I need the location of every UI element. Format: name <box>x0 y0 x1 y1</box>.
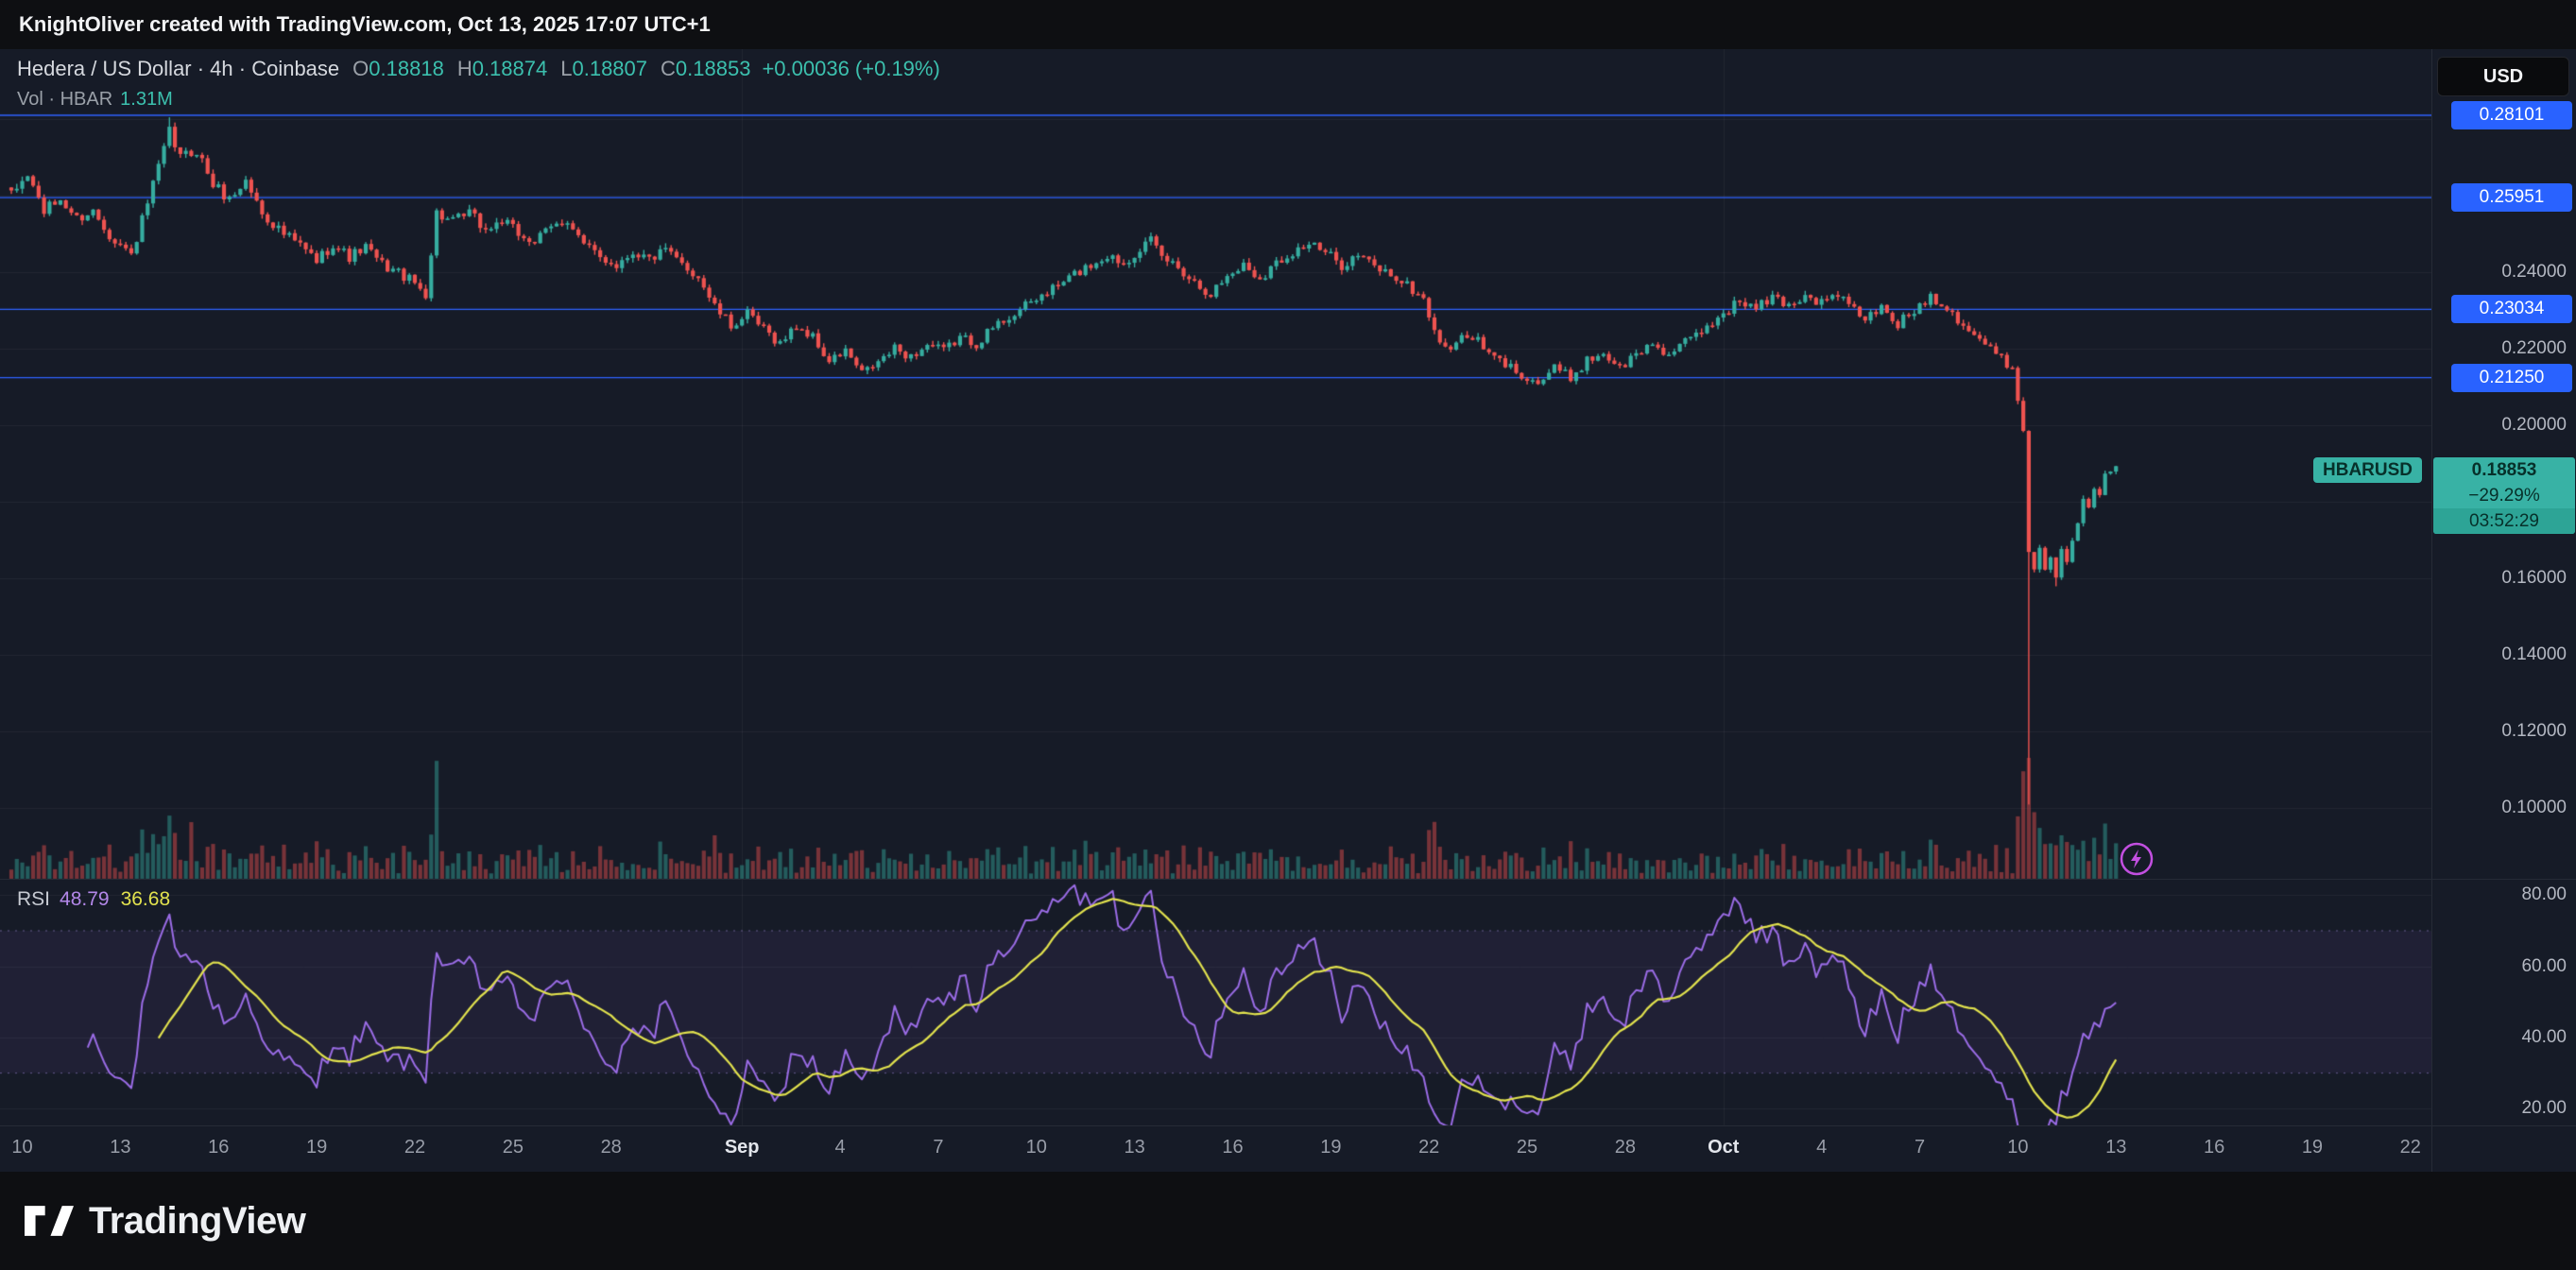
time-axis-label: 10 <box>11 1137 32 1158</box>
tradingview-wordmark[interactable]: TradingView <box>89 1200 305 1243</box>
pane-separator-price-rsi[interactable] <box>0 879 2576 880</box>
price-level-badge[interactable]: 0.25951 <box>2451 183 2572 212</box>
price-axis-tick: 0.16000 <box>2501 568 2567 589</box>
time-axis-label: 10 <box>1026 1137 1047 1158</box>
rsi-axis-tick: 60.00 <box>2521 956 2567 977</box>
price-level-badge[interactable]: 0.28101 <box>2451 101 2572 129</box>
time-axis-label: 13 <box>2105 1137 2126 1158</box>
close-label: C <box>661 57 676 80</box>
rsi-name[interactable]: RSI <box>17 888 50 910</box>
chart-area: Hedera / US Dollar · 4h · CoinbaseO0.188… <box>0 49 2576 1172</box>
current-price-value: 0.18853 <box>2433 457 2575 483</box>
lightning-bolt-icon <box>2131 850 2141 868</box>
price-axis-tick: 0.14000 <box>2501 644 2567 665</box>
time-axis-label: 22 <box>1418 1137 1439 1158</box>
time-axis-label: 16 <box>2204 1137 2224 1158</box>
current-price-badge[interactable]: 0.18853 −29.29% 03:52:29 <box>2433 457 2575 534</box>
time-axis-label: 4 <box>1816 1137 1827 1158</box>
time-axis-label: 25 <box>1517 1137 1537 1158</box>
time-axis-label: 28 <box>1615 1137 1636 1158</box>
open-label: O <box>352 57 369 80</box>
time-axis-label: 19 <box>2302 1137 2323 1158</box>
open-value: 0.18818 <box>369 57 444 80</box>
high-label: H <box>457 57 472 80</box>
volume-label[interactable]: Vol · HBAR <box>17 89 112 110</box>
tradingview-logo-icon[interactable] <box>25 1205 74 1237</box>
time-axis-label: 7 <box>1915 1137 1925 1158</box>
time-axis-label: 28 <box>601 1137 622 1158</box>
time-axis-label: 13 <box>110 1137 130 1158</box>
rsi-axis-tick: 80.00 <box>2521 884 2567 905</box>
currency-toggle-button[interactable]: USD <box>2437 57 2569 96</box>
time-axis-label: Sep <box>725 1137 760 1158</box>
high-value: 0.18874 <box>472 57 548 80</box>
price-axis-tick: 0.10000 <box>2501 798 2567 818</box>
time-axis-label: 13 <box>1124 1137 1144 1158</box>
watermark-bar: KnightOliver created with TradingView.co… <box>0 0 2576 49</box>
price-axis-panel[interactable]: USD 0.18853 −29.29% 03:52:29 0.24000 0.22… <box>2432 49 2576 1172</box>
low-value: 0.18807 <box>572 57 647 80</box>
price-axis-tick: 0.22000 <box>2501 338 2567 359</box>
footer-bar: TradingView <box>0 1172 2576 1270</box>
rsi-ma-value: 36.68 <box>121 888 171 910</box>
time-axis-label: 19 <box>306 1137 327 1158</box>
time-axis-label: 16 <box>1222 1137 1243 1158</box>
pane-separator-rsi-timeaxis <box>0 1125 2576 1126</box>
chart-legend: Hedera / US Dollar · 4h · CoinbaseO0.188… <box>17 57 940 111</box>
time-axis[interactable]: 10 13 16 19 22 25 28 Sep 4 7 10 13 16 19 22 25 28 Oct 4 7 10… <box>0 1125 2431 1172</box>
rsi-legend: RSI 48.79 36.68 <box>17 888 170 911</box>
time-axis-label: 19 <box>1320 1137 1341 1158</box>
current-price-change: −29.29% <box>2433 483 2575 508</box>
rsi-value: 48.79 <box>60 888 110 910</box>
close-value: 0.18853 <box>676 57 751 80</box>
low-label: L <box>560 57 572 80</box>
bar-close-countdown: 03:52:29 <box>2433 508 2575 534</box>
symbol-title[interactable]: Hedera / US Dollar · 4h · Coinbase <box>17 57 339 80</box>
time-axis-label: 4 <box>834 1137 845 1158</box>
price-level-badge[interactable]: 0.21250 <box>2451 364 2572 392</box>
time-axis-label: 22 <box>2400 1137 2421 1158</box>
tradingview-chart-screenshot: KnightOliver created with TradingView.co… <box>0 0 2576 1270</box>
watermark-text: KnightOliver created with TradingView.co… <box>0 0 711 49</box>
volume-value: 1.31M <box>120 89 173 110</box>
price-axis-border <box>2431 49 2432 1172</box>
time-axis-label: 16 <box>208 1137 229 1158</box>
price-axis-tick: 0.20000 <box>2501 415 2567 436</box>
price-level-badge[interactable]: 0.23034 <box>2451 295 2572 323</box>
time-axis-label: 25 <box>503 1137 524 1158</box>
time-axis-label: 7 <box>933 1137 943 1158</box>
time-axis-label: 10 <box>2007 1137 2028 1158</box>
rsi-axis-tick: 20.00 <box>2521 1098 2567 1119</box>
volume-legend-row: Vol · HBAR 1.31M <box>17 89 940 111</box>
change-value: +0.00036 (+0.19%) <box>762 57 939 80</box>
rsi-axis-tick: 40.00 <box>2521 1027 2567 1048</box>
price-axis-tick: 0.12000 <box>2501 721 2567 742</box>
symbol-price-tag[interactable]: HBARUSD <box>2313 457 2422 483</box>
time-axis-label: Oct <box>1708 1137 1739 1158</box>
quick-trade-lightning-button[interactable] <box>2117 839 2156 879</box>
price-chart-canvas[interactable] <box>0 49 2431 1172</box>
symbol-legend-row: Hedera / US Dollar · 4h · CoinbaseO0.188… <box>17 57 940 81</box>
price-axis-tick: 0.24000 <box>2501 262 2567 283</box>
time-axis-label: 22 <box>404 1137 425 1158</box>
